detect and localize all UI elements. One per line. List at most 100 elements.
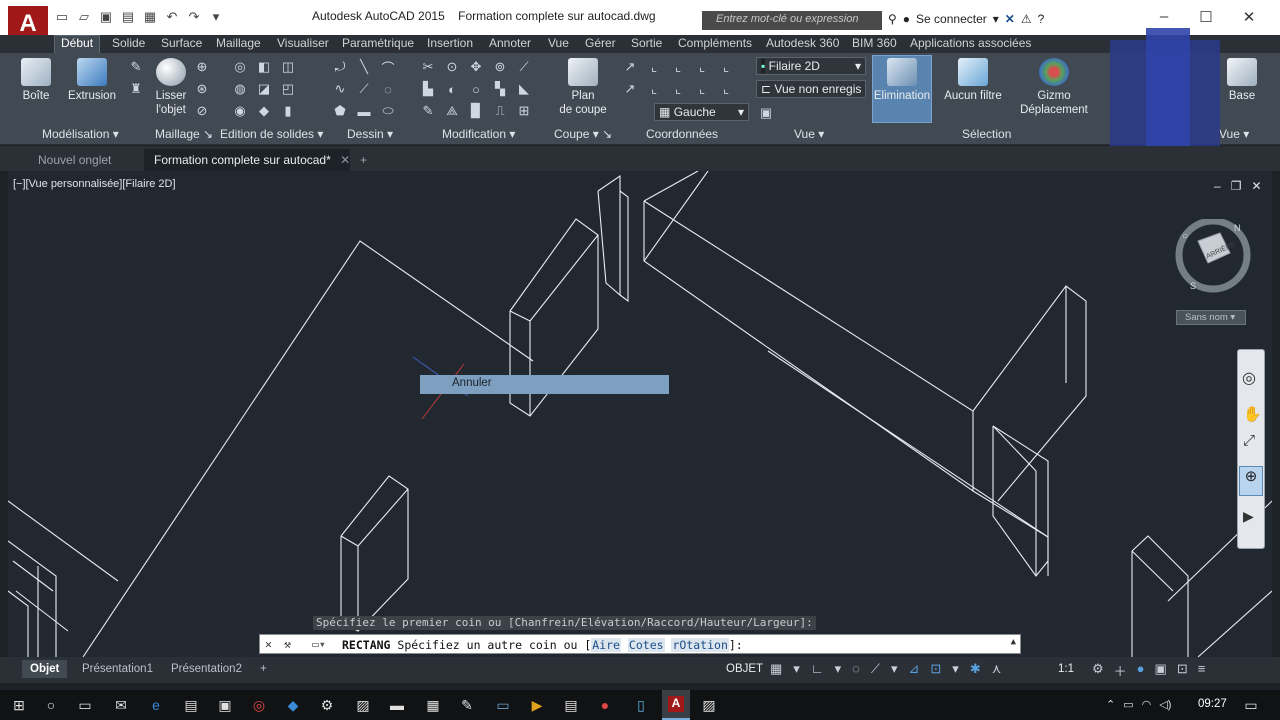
ucs-named-icon[interactable]: ↗	[622, 81, 638, 97]
tab-presentation2[interactable]: Présentation2	[163, 660, 250, 678]
arc-icon[interactable]: ⌒	[380, 59, 396, 76]
tab-surface[interactable]: Surface	[161, 35, 202, 53]
panel-modification[interactable]: Modification ▾	[442, 127, 515, 141]
viewport-minimize-icon[interactable]: –	[1214, 179, 1221, 193]
line-icon[interactable]: ╲	[356, 59, 372, 75]
minimize-icon[interactable]: –	[1154, 8, 1174, 25]
calculator-icon[interactable]: ▦	[424, 697, 442, 713]
ucs-y-icon[interactable]: ⌞	[694, 59, 710, 75]
tab-debut[interactable]: Début	[54, 35, 101, 53]
photos-icon[interactable]: ▨	[354, 697, 372, 713]
cmd-option-rotation[interactable]: rOtation	[671, 638, 729, 652]
rotate-icon[interactable]: ◐	[444, 81, 460, 97]
tab-vue[interactable]: Vue	[548, 35, 569, 53]
shell-icon[interactable]: ◰	[280, 81, 296, 97]
dynamic-ucs-icon[interactable]: ⊡	[930, 661, 941, 677]
tab-maillage[interactable]: Maillage	[216, 35, 261, 53]
rectangle-icon[interactable]: ▬	[356, 103, 372, 119]
tab-presentation1[interactable]: Présentation1	[74, 660, 161, 678]
open-icon[interactable]: ▱	[76, 9, 92, 25]
tab-insertion[interactable]: Insertion	[427, 35, 473, 53]
hardware-icon[interactable]: ▣	[1155, 661, 1167, 680]
record-icon[interactable]: ●	[596, 697, 614, 713]
visibility-icon[interactable]: ✱	[970, 661, 981, 677]
union-icon[interactable]: ◎	[232, 59, 248, 75]
explorer-icon[interactable]: ▤	[182, 697, 200, 713]
search-input[interactable]: Entrez mot-clé ou expression	[702, 11, 882, 30]
otrack-icon[interactable]: ▾	[891, 661, 898, 677]
network-icon[interactable]: ◠	[1142, 698, 1152, 711]
copy-icon[interactable]: ▚	[492, 81, 508, 97]
mirror-icon[interactable]: ⟁	[444, 103, 460, 119]
presspull-icon[interactable]: ♜	[128, 81, 144, 97]
undo-icon[interactable]: ↶	[164, 9, 180, 25]
stretch-icon[interactable]: ⊚	[492, 59, 508, 75]
elimination-label-area[interactable]: Elimination	[872, 58, 932, 103]
view-dropdown[interactable]: ⊏ Vue non enregis	[756, 80, 866, 98]
tab-nouvel-onglet[interactable]: Nouvel onglet	[28, 149, 121, 171]
windows-start-icon[interactable]: ⊞	[10, 697, 28, 713]
tab-sortie[interactable]: Sortie	[631, 35, 662, 53]
battery-icon[interactable]: ▭	[1123, 698, 1133, 711]
osnap-icon[interactable]: ⟋	[871, 661, 880, 677]
cmd-option-aire[interactable]: Aire	[591, 638, 621, 652]
tab-formation[interactable]: Formation complete sur autocad* ✕	[144, 149, 350, 171]
scale-icon[interactable]: ⊞	[516, 103, 532, 119]
move-icon[interactable]: ✥	[468, 59, 484, 75]
signin-area[interactable]: ⚲ ● Se connecter ▾ ✕ ⚠ ?	[888, 12, 1044, 26]
spline-icon[interactable]: ∿	[332, 81, 348, 97]
mail-icon[interactable]: ✉	[112, 697, 130, 713]
folder-icon[interactable]: ▤	[562, 697, 580, 713]
crease-icon[interactable]: ⊘	[194, 103, 210, 119]
qat-menu-icon[interactable]: ▾	[208, 9, 224, 25]
shield-icon[interactable]: ◆	[284, 697, 302, 713]
tab-annoter[interactable]: Annoter	[489, 35, 531, 53]
ucs-x-icon[interactable]: ⌞	[670, 59, 686, 75]
annotation-icon[interactable]: ⊿	[908, 661, 919, 677]
tab-complements[interactable]: Compléments	[678, 35, 752, 53]
plus-icon[interactable]: ＋	[1114, 661, 1127, 680]
orbit-icon[interactable]: ⊕	[1239, 466, 1263, 496]
close-icon[interactable]: ✕	[1239, 8, 1259, 26]
viewcube[interactable]: ARRIÈRE ○ N S	[1168, 219, 1258, 299]
imprint-icon[interactable]: ▮	[280, 103, 296, 119]
tab-applications[interactable]: Applications associées	[910, 35, 1031, 53]
new-tab-button[interactable]: +	[354, 151, 373, 173]
image-viewer-icon[interactable]: ▨	[700, 697, 718, 713]
fillet-icon[interactable]: ▙	[420, 81, 436, 97]
save-icon[interactable]: ▣	[98, 9, 114, 25]
polar-icon[interactable]: ◌	[852, 661, 860, 677]
model-space-toggle[interactable]: OBJET	[726, 663, 763, 675]
tray-chevron-icon[interactable]: ⌃	[1106, 698, 1115, 711]
ucs-origin-icon[interactable]: ⌞	[646, 81, 662, 97]
mesh-icon[interactable]: ⊕	[194, 59, 210, 75]
tab-bim360[interactable]: BIM 360	[852, 35, 897, 53]
customization-icon[interactable]: ≡	[1198, 661, 1206, 680]
command-line[interactable]: ✕ ⚒ ▭▾ RECTANG Spécifiez un autre coin o…	[259, 634, 1021, 654]
tab-objet[interactable]: Objet	[22, 660, 68, 678]
tab-parametrique[interactable]: Paramétrique	[342, 35, 414, 53]
viewport-controls-label[interactable]: [−][Vue personnalisée][Filaire 2D]	[13, 178, 176, 190]
layer-dropdown[interactable]: ▦ Gauche ▾	[654, 103, 749, 121]
pen-icon[interactable]: ✎	[420, 103, 436, 119]
notifications-icon[interactable]: ▭	[1242, 697, 1260, 713]
media-icon[interactable]: ▶	[528, 697, 546, 713]
ucs-name-dropdown[interactable]: Sans nom ▾	[1176, 310, 1246, 325]
dropdown-icon[interactable]: ▾	[793, 661, 800, 677]
boite-button[interactable]: Boîte	[14, 58, 58, 103]
maximize-icon[interactable]: ☐	[1196, 8, 1216, 26]
clean-screen-icon[interactable]: ⊡	[1177, 661, 1188, 680]
separate-icon[interactable]: ◫	[280, 59, 296, 75]
add-layout-button[interactable]: +	[252, 660, 275, 678]
app-red-icon[interactable]: ◎	[250, 697, 268, 713]
polysolid-icon[interactable]: ✎	[128, 59, 144, 75]
gear-icon[interactable]: ⚙	[1092, 661, 1104, 680]
intersect-icon[interactable]: ◉	[232, 103, 248, 119]
exchange-icon[interactable]: ✕	[1005, 12, 1015, 26]
steering-wheel-icon[interactable]: ◎	[1242, 368, 1256, 388]
task-view-icon[interactable]: ▭	[76, 697, 94, 713]
binoculars-icon[interactable]: ⚲	[888, 12, 897, 26]
polygon-icon[interactable]: ⬟	[332, 103, 348, 119]
redo-icon[interactable]: ↷	[186, 9, 202, 25]
viewport-config-icon[interactable]: ▣	[758, 105, 774, 121]
